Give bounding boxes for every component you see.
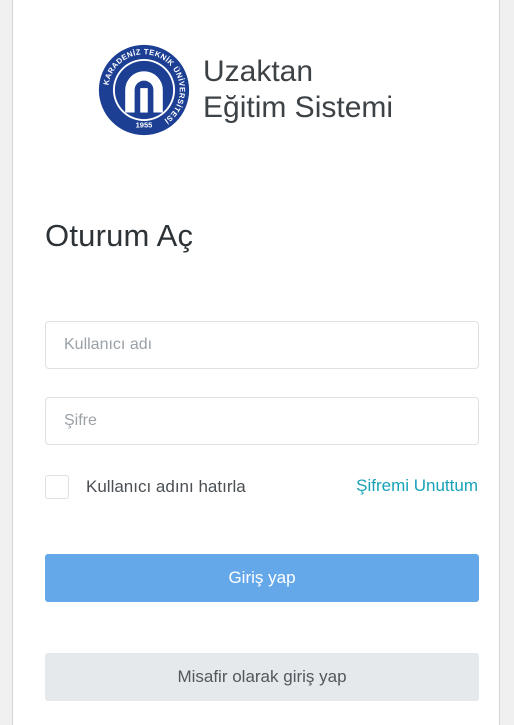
brand-title-line2: Eğitim Sistemi (203, 91, 394, 124)
remember-checkbox[interactable] (45, 475, 69, 499)
brand-header: KARADENİZ TEKNİK ÜNİVERSİTESİ 1955 Uzakt… (97, 40, 393, 140)
remember-label: Kullanıcı adını hatırla (86, 477, 246, 496)
page-background: KARADENİZ TEKNİK ÜNİVERSİTESİ 1955 Uzakt… (0, 0, 514, 725)
page-title: Oturum Aç (45, 218, 194, 253)
remember-username[interactable]: Kullanıcı adını hatırla (45, 473, 246, 501)
logo-year: 1955 (136, 121, 153, 130)
brand-title: Uzaktan Eğitim Sistemi (203, 54, 393, 126)
guest-login-button[interactable]: Misafir olarak giriş yap (45, 653, 479, 701)
forgot-password-link[interactable]: Şifremi Unuttum (356, 476, 478, 496)
university-seal-logo: KARADENİZ TEKNİK ÜNİVERSİTESİ 1955 (98, 44, 190, 136)
login-card: KARADENİZ TEKNİK ÜNİVERSİTESİ 1955 Uzakt… (12, 0, 500, 725)
password-input[interactable] (45, 397, 479, 445)
username-input[interactable] (45, 321, 479, 369)
login-button[interactable]: Giriş yap (45, 554, 479, 602)
brand-title-line1: Uzaktan (203, 55, 314, 88)
